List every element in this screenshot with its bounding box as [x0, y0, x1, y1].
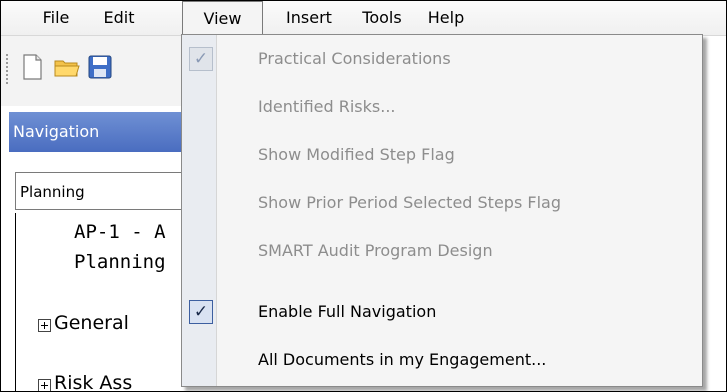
- tree-item-general[interactable]: General: [54, 312, 129, 334]
- menu-item-show-modified-step-flag[interactable]: Show Modified Step Flag: [182, 131, 702, 179]
- navigation-select[interactable]: Planning: [15, 172, 183, 210]
- save-disk-icon[interactable]: [85, 52, 115, 82]
- menu-item-identified-risks[interactable]: Identified Risks...: [182, 83, 702, 131]
- view-menu-dropdown: ✓ Practical Considerations Identified Ri…: [181, 34, 703, 387]
- tree-item-label[interactable]: AP-1 - A: [74, 221, 166, 243]
- navigation-tree: AP-1 - A Planning General Risk Ass: [15, 213, 184, 391]
- menu-file[interactable]: File: [35, 1, 77, 35]
- expand-icon[interactable]: [38, 379, 51, 391]
- menu-item-label: Enable Full Navigation: [258, 302, 437, 321]
- check-icon: ✓: [189, 47, 213, 71]
- check-icon: ✓: [189, 300, 213, 324]
- toolbar-grip[interactable]: [6, 54, 11, 84]
- menu-insert[interactable]: Insert: [281, 1, 337, 35]
- menu-view[interactable]: View: [182, 1, 263, 35]
- tree-item-label-continued[interactable]: Planning: [74, 251, 166, 273]
- menu-item-all-documents[interactable]: All Documents in my Engagement...: [182, 336, 702, 384]
- new-document-icon[interactable]: [17, 52, 47, 82]
- menu-bar: File Edit View Insert Tools Help: [1, 1, 726, 36]
- menu-item-label: SMART Audit Program Design: [258, 241, 493, 260]
- open-folder-icon[interactable]: [52, 52, 82, 82]
- menu-item-label: Practical Considerations: [258, 49, 451, 68]
- toolbar: [1, 36, 183, 106]
- expand-icon[interactable]: [38, 319, 51, 332]
- menu-item-label: Show Modified Step Flag: [258, 145, 455, 164]
- menu-item-label: Identified Risks...: [258, 97, 396, 116]
- menu-item-enable-full-navigation[interactable]: ✓ Enable Full Navigation: [182, 288, 702, 336]
- menu-help[interactable]: Help: [424, 1, 468, 35]
- tree-item-risk[interactable]: Risk Ass: [54, 372, 132, 391]
- menu-item-label: Show Prior Period Selected Steps Flag: [258, 193, 561, 212]
- menu-item-label: All Documents in my Engagement...: [258, 350, 547, 369]
- menu-item-practical-considerations[interactable]: ✓ Practical Considerations: [182, 35, 702, 83]
- menu-item-smart-audit-program-design[interactable]: SMART Audit Program Design: [182, 227, 702, 275]
- navigation-header: Navigation: [9, 112, 185, 152]
- menu-tools[interactable]: Tools: [356, 1, 408, 35]
- app-window: File Edit View Insert Tools Help Navigat…: [0, 0, 727, 392]
- menu-item-show-prior-period-flag[interactable]: Show Prior Period Selected Steps Flag: [182, 179, 702, 227]
- menu-edit[interactable]: Edit: [97, 1, 141, 35]
